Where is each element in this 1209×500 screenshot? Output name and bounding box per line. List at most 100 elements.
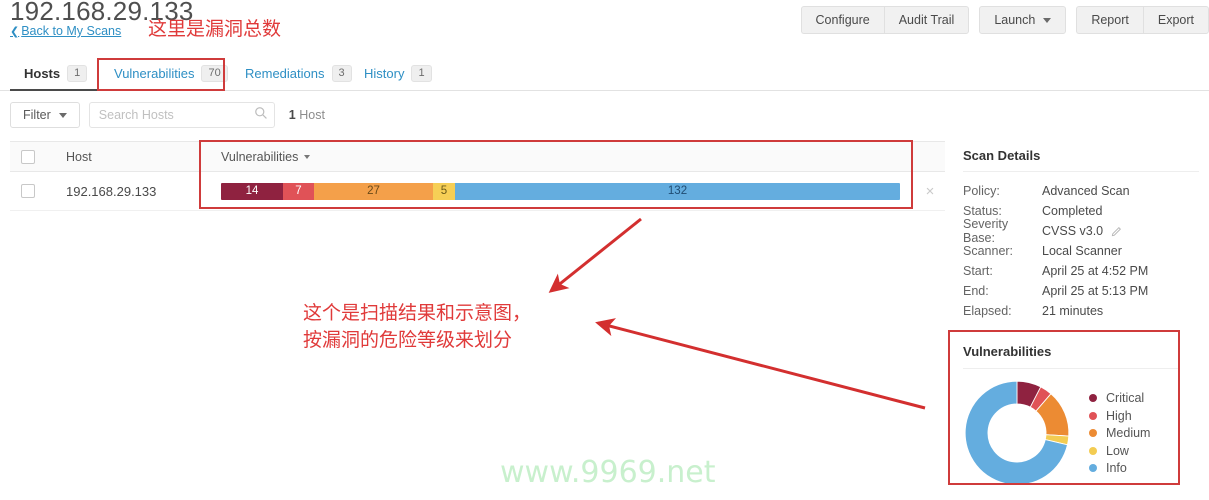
watermark: www.9969.net: [500, 455, 716, 490]
legend-label: High: [1106, 408, 1132, 423]
row-checkbox[interactable]: [21, 184, 35, 198]
legend-dot-critical: [1089, 394, 1097, 402]
scan-details-title: Scan Details: [963, 148, 1199, 172]
legend-label: Low: [1106, 443, 1129, 458]
legend-item-high[interactable]: High: [1089, 407, 1150, 425]
host-count-number: 1: [288, 108, 296, 122]
detail-value: 21 minutes: [1042, 304, 1104, 318]
cell-host: 192.168.29.133: [66, 183, 157, 199]
filter-dropdown[interactable]: Filter: [10, 102, 80, 128]
legend-dot-high: [1089, 411, 1097, 420]
tab-hosts[interactable]: Hosts 1: [10, 58, 102, 91]
detail-key: Severity Base:: [963, 217, 1009, 245]
legend-dot-low: [1089, 446, 1097, 455]
host-count-label: Host: [299, 108, 325, 122]
vulnerabilities-donut-chart[interactable]: [963, 379, 1071, 487]
detail-key: End:: [963, 284, 989, 298]
severity-segment-low[interactable]: 5: [433, 182, 455, 200]
legend-item-info[interactable]: Info: [1089, 459, 1150, 477]
report-export-group: Report Export: [1076, 6, 1209, 34]
host-count: 1 Host: [289, 108, 325, 122]
detail-value: Advanced Scan: [1042, 184, 1130, 198]
detail-key: Status:: [963, 204, 1002, 218]
tab-hosts-badge: 1: [67, 65, 88, 82]
search-input[interactable]: [88, 102, 275, 128]
vulnerabilities-panel: Vulnerabilities Critical High Medium Low Inf…: [963, 344, 1179, 487]
select-all-checkbox[interactable]: [21, 149, 35, 164]
chevron-left-icon: ❮: [10, 26, 20, 38]
legend-item-medium[interactable]: Medium: [1089, 424, 1150, 442]
tab-vulnerabilities[interactable]: Vulnerabilities 70: [100, 58, 242, 89]
tab-bar: Hosts 1 Vulnerabilities 70 Remediations …: [0, 58, 1209, 91]
legend-item-low[interactable]: Low: [1089, 442, 1150, 460]
severity-distribution-bar[interactable]: 14 7 27 5 132: [221, 182, 900, 200]
detail-row: Policy: Advanced Scan: [963, 181, 1199, 201]
vulnerabilities-panel-title: Vulnerabilities: [963, 344, 1179, 369]
cell-vulnerabilities: 14 7 27 5 132: [210, 182, 915, 200]
detail-value: April 25 at 5:13 PM: [1042, 284, 1149, 298]
export-button[interactable]: Export: [1142, 6, 1209, 34]
detail-value: CVSS v3.0: [1042, 224, 1104, 238]
column-header-vulnerabilities-label: Vulnerabilities: [221, 149, 299, 164]
tab-history-label: History: [364, 66, 405, 81]
launch-label: Launch: [994, 13, 1036, 27]
tab-vulnerabilities-label: Vulnerabilities: [114, 66, 195, 81]
legend-label: Critical: [1106, 391, 1145, 405]
detail-key: Scanner:: [963, 244, 1014, 258]
tab-remediations-label: Remediations: [245, 66, 325, 81]
detail-row: Severity Base: CVSS v3.0: [963, 217, 1199, 245]
vulnerabilities-chart-area: Critical High Medium Low Info: [963, 379, 1179, 487]
tab-remediations[interactable]: Remediations 3: [231, 58, 366, 89]
hosts-table: Host Vulnerabilities 192.168.29.133 14 7 2…: [10, 141, 945, 211]
detail-row: Elapsed: 21 minutes: [963, 301, 1199, 321]
table-row[interactable]: 192.168.29.133 14 7 27 5 132 ×: [10, 172, 945, 211]
column-header-vulnerabilities[interactable]: Vulnerabilities: [210, 149, 311, 164]
severity-segment-critical[interactable]: 14: [221, 182, 283, 200]
detail-row: End: April 25 at 5:13 PM: [963, 281, 1199, 301]
severity-segment-high[interactable]: 7: [283, 182, 314, 200]
launch-button[interactable]: Launch: [979, 6, 1067, 34]
detail-row: Scanner: Local Scanner: [963, 241, 1199, 261]
arrow-to-chart-note-bottom: [595, 318, 926, 410]
search-host-wrapper: [88, 102, 275, 128]
report-button[interactable]: Report: [1076, 6, 1143, 34]
column-header-host: Host: [66, 149, 92, 164]
configure-button[interactable]: Configure: [800, 6, 884, 34]
legend-dot-info: [1089, 464, 1097, 472]
arrow-to-chart-note-top: [548, 217, 642, 293]
tab-history-badge: 1: [411, 65, 432, 82]
tab-remediations-badge: 3: [331, 65, 352, 82]
detail-value: Local Scanner: [1042, 244, 1122, 258]
audit-trail-button[interactable]: Audit Trail: [883, 6, 970, 34]
scan-details-panel: Scan Details Policy: Advanced Scan Status:…: [963, 148, 1199, 321]
legend-item-critical[interactable]: Critical: [1089, 389, 1150, 407]
back-to-my-scans-link[interactable]: ❮ Back to My Scans: [10, 24, 121, 38]
annotation-text-chart: 这个是扫描结果和示意图， 按漏洞的危险等级来划分: [303, 302, 532, 351]
column-header-vulnerabilities-cell: Vulnerabilities: [210, 150, 945, 164]
page-title: 192.168.29.133: [10, 0, 194, 26]
vulnerabilities-legend: Critical High Medium Low Info: [1089, 389, 1150, 477]
pencil-edit-icon[interactable]: [1111, 226, 1122, 237]
back-link-label: Back to My Scans: [21, 24, 122, 38]
legend-label: Info: [1106, 461, 1127, 475]
tab-vulnerabilities-badge: 70: [201, 65, 228, 82]
scan-details-list: Policy: Advanced Scan Status: Completed Seve…: [963, 181, 1199, 321]
filter-label: Filter: [23, 108, 51, 122]
chevron-down-icon: [1043, 18, 1052, 24]
page-header: 192.168.29.133 ❮ Back to My Scans Configu…: [0, 0, 1209, 46]
severity-segment-info[interactable]: 132: [455, 182, 900, 200]
detail-key: Start:: [963, 264, 993, 278]
toolbar: Configure Audit Trail Launch Report Expo…: [800, 6, 1209, 34]
configure-audit-group: Configure Audit Trail: [800, 6, 970, 34]
filter-bar: Filter 1 Host: [0, 100, 1209, 130]
tab-hosts-label: Hosts: [24, 66, 61, 81]
severity-segment-medium[interactable]: 27: [314, 182, 433, 200]
tab-history[interactable]: History 1: [350, 58, 446, 89]
chevron-down-icon: [58, 112, 67, 118]
remove-row-button[interactable]: ×: [915, 183, 945, 200]
detail-row: Start: April 25 at 4:52 PM: [963, 261, 1199, 281]
legend-label: Medium: [1106, 426, 1151, 440]
detail-key: Elapsed:: [963, 304, 1012, 318]
legend-dot-medium: [1089, 429, 1097, 437]
table-header-row: Host Vulnerabilities: [10, 141, 945, 172]
